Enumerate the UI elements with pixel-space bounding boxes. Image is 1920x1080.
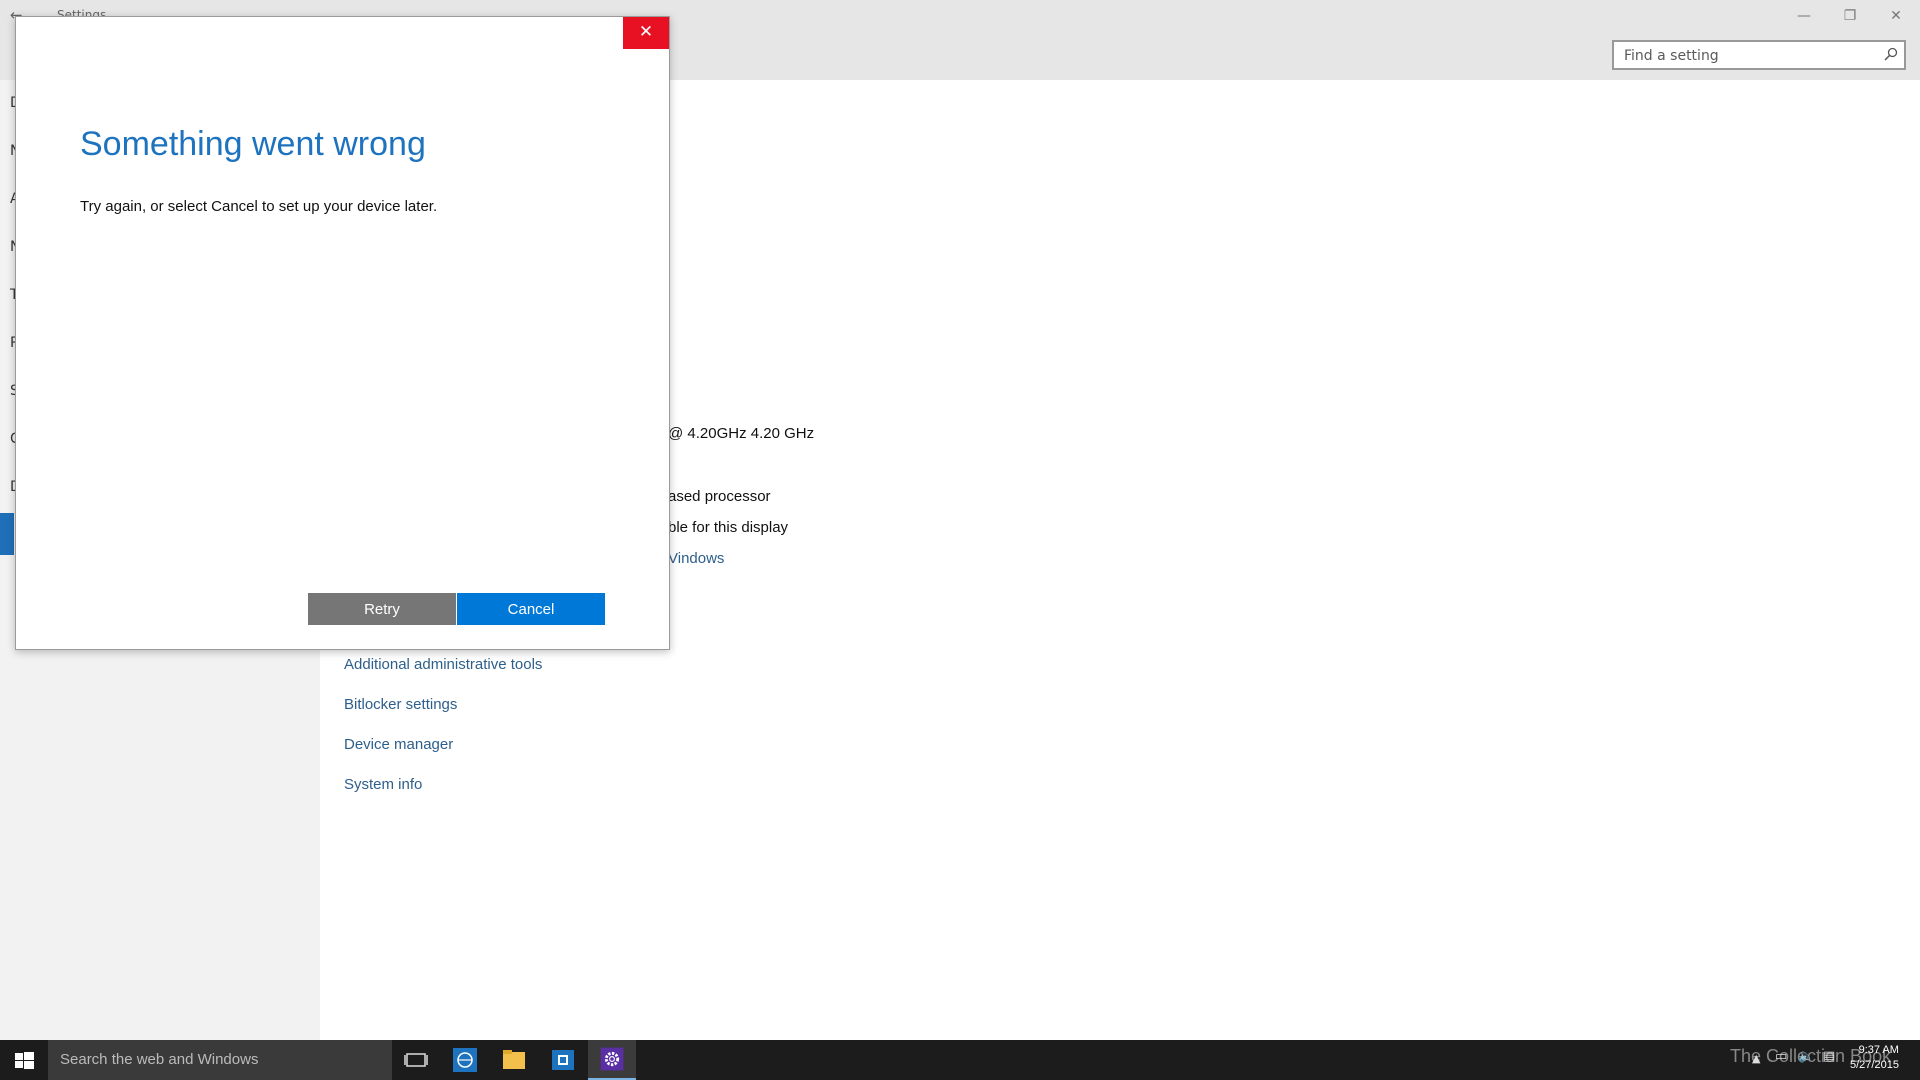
dialog-message: Try again, or select Cancel to set up yo… bbox=[80, 198, 438, 215]
system-type-info: ased processor bbox=[668, 488, 771, 505]
file-explorer-icon[interactable] bbox=[490, 1040, 538, 1080]
action-center-icon[interactable]: ▤ bbox=[1823, 1049, 1835, 1064]
close-window-button[interactable]: ✕ bbox=[1873, 4, 1919, 28]
retry-button[interactable]: Retry bbox=[308, 593, 456, 625]
device-manager-link[interactable]: Device manager bbox=[344, 736, 453, 753]
error-dialog: ✕ Something went wrong Try again, or sel… bbox=[15, 16, 670, 650]
minimize-button[interactable]: — bbox=[1781, 4, 1827, 28]
task-view-icon[interactable] bbox=[392, 1040, 440, 1080]
windows-start-icon[interactable] bbox=[0, 1040, 48, 1080]
browser-icon[interactable] bbox=[441, 1040, 489, 1080]
search-input[interactable] bbox=[1622, 45, 1876, 67]
clock-time: 9:37 AM bbox=[1858, 1044, 1899, 1056]
network-icon[interactable]: ▭ bbox=[1775, 1049, 1787, 1064]
show-hidden-icons-icon[interactable]: ▲ bbox=[1752, 1052, 1760, 1065]
pen-touch-info: ble for this display bbox=[668, 519, 789, 536]
cancel-button[interactable]: Cancel bbox=[457, 593, 605, 625]
taskbar-search[interactable]: Search the web and Windows bbox=[48, 1040, 392, 1080]
system-info-link[interactable]: System info bbox=[344, 776, 422, 793]
store-icon[interactable] bbox=[539, 1040, 587, 1080]
taskbar-clock[interactable]: 9:37 AM 5/27/2015 bbox=[1850, 1043, 1899, 1073]
volume-icon[interactable]: 🔈 bbox=[1798, 1049, 1814, 1064]
bitlocker-link[interactable]: Bitlocker settings bbox=[344, 696, 457, 713]
search-icon[interactable] bbox=[1884, 47, 1898, 61]
dialog-title: Something went wrong bbox=[80, 125, 426, 163]
taskbar: Search the web and Windows The Collectio… bbox=[0, 1040, 1920, 1080]
find-setting-search[interactable] bbox=[1612, 40, 1906, 70]
sidebar-item-selected[interactable] bbox=[0, 513, 14, 555]
restore-button[interactable]: ❐ bbox=[1827, 4, 1873, 28]
admin-tools-link[interactable]: Additional administrative tools bbox=[344, 656, 542, 673]
processor-info: @ 4.20GHz 4.20 GHz bbox=[668, 425, 815, 442]
settings-app-icon[interactable] bbox=[588, 1040, 636, 1080]
windows-link[interactable]: Vindows bbox=[668, 550, 724, 567]
taskbar-search-text: Search the web and Windows bbox=[60, 1051, 259, 1068]
dialog-close-button[interactable]: ✕ bbox=[623, 17, 669, 49]
clock-date: 5/27/2015 bbox=[1850, 1059, 1899, 1071]
